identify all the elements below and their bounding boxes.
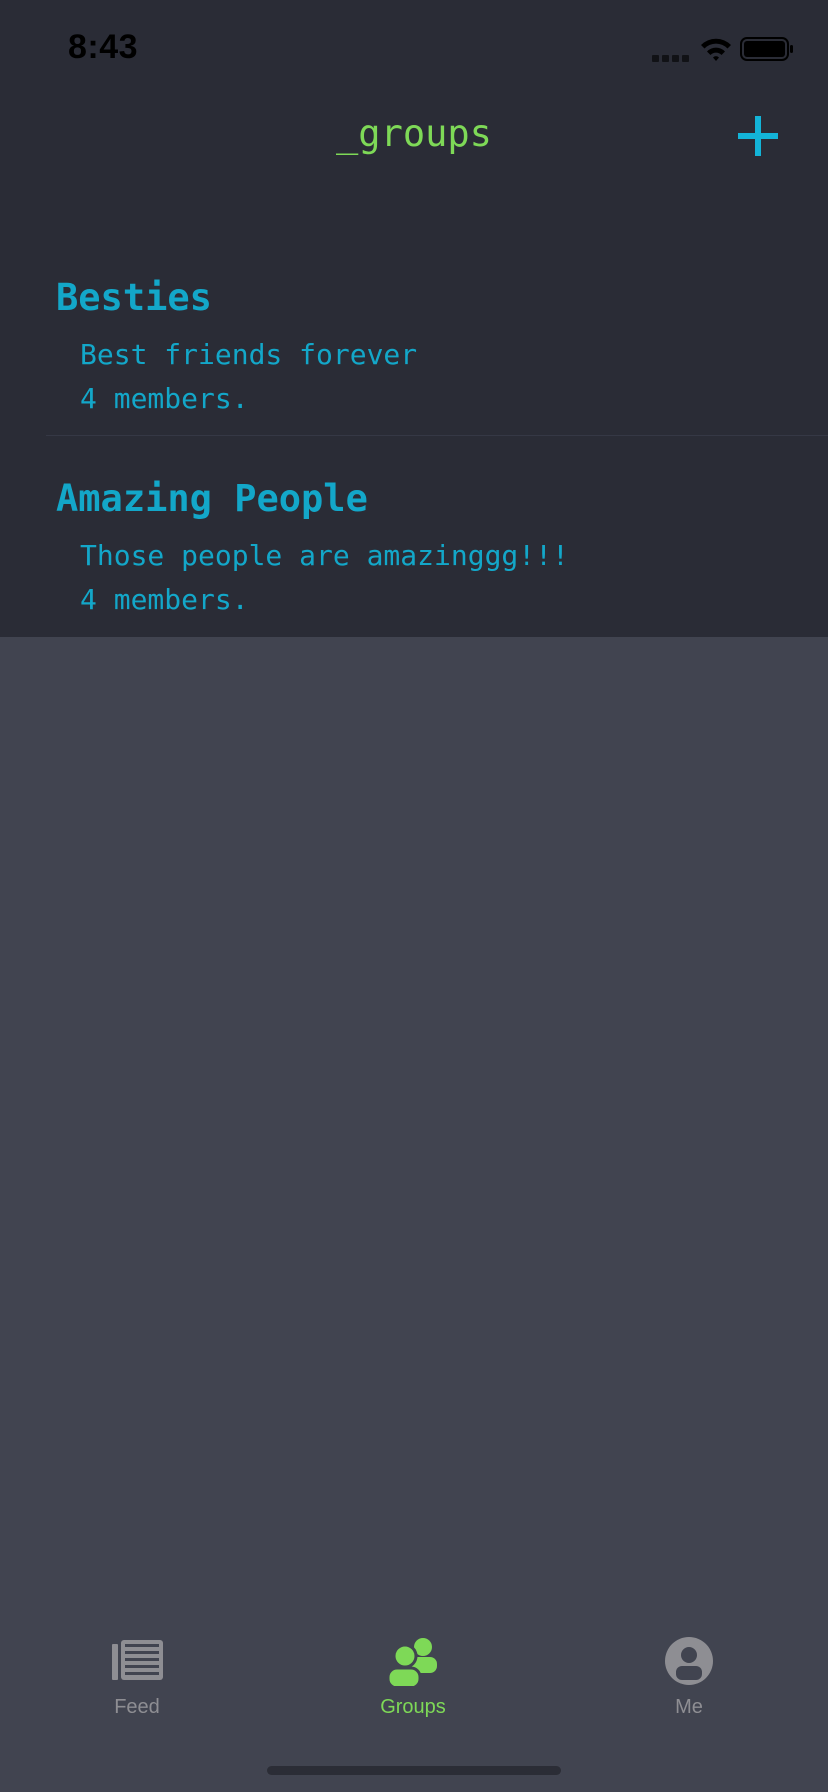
people-icon — [387, 1638, 437, 1686]
newspaper-icon — [112, 1640, 163, 1680]
group-name: Besties — [56, 276, 212, 319]
row-divider — [46, 435, 828, 436]
add-group-button[interactable] — [734, 112, 782, 160]
cellular-signal-icon — [652, 53, 692, 62]
home-indicator — [267, 1766, 561, 1775]
group-item-amazing-people[interactable]: Amazing People Those people are amazingg… — [0, 451, 828, 651]
group-member-count: 4 members. — [80, 382, 249, 415]
person-circle-icon — [665, 1637, 713, 1685]
group-member-count: 4 members. — [80, 583, 249, 616]
battery-icon — [740, 37, 793, 61]
group-description: Best friends forever — [80, 338, 418, 371]
tab-me-label: Me — [675, 1696, 703, 1718]
tab-groups-label: Groups — [380, 1696, 446, 1718]
group-description: Those people are amazinggg!!! — [80, 539, 569, 572]
group-item-besties[interactable]: Besties Best friends forever 4 members. — [0, 250, 828, 450]
page-title: _groups — [336, 112, 492, 155]
tab-groups[interactable]: Groups — [313, 1636, 513, 1726]
tab-feed[interactable]: Feed — [37, 1636, 237, 1726]
tab-feed-label: Feed — [114, 1696, 160, 1718]
group-name: Amazing People — [56, 477, 368, 520]
status-time: 8:43 — [68, 28, 139, 66]
wifi-icon — [701, 38, 731, 61]
tab-me[interactable]: Me — [589, 1636, 789, 1726]
